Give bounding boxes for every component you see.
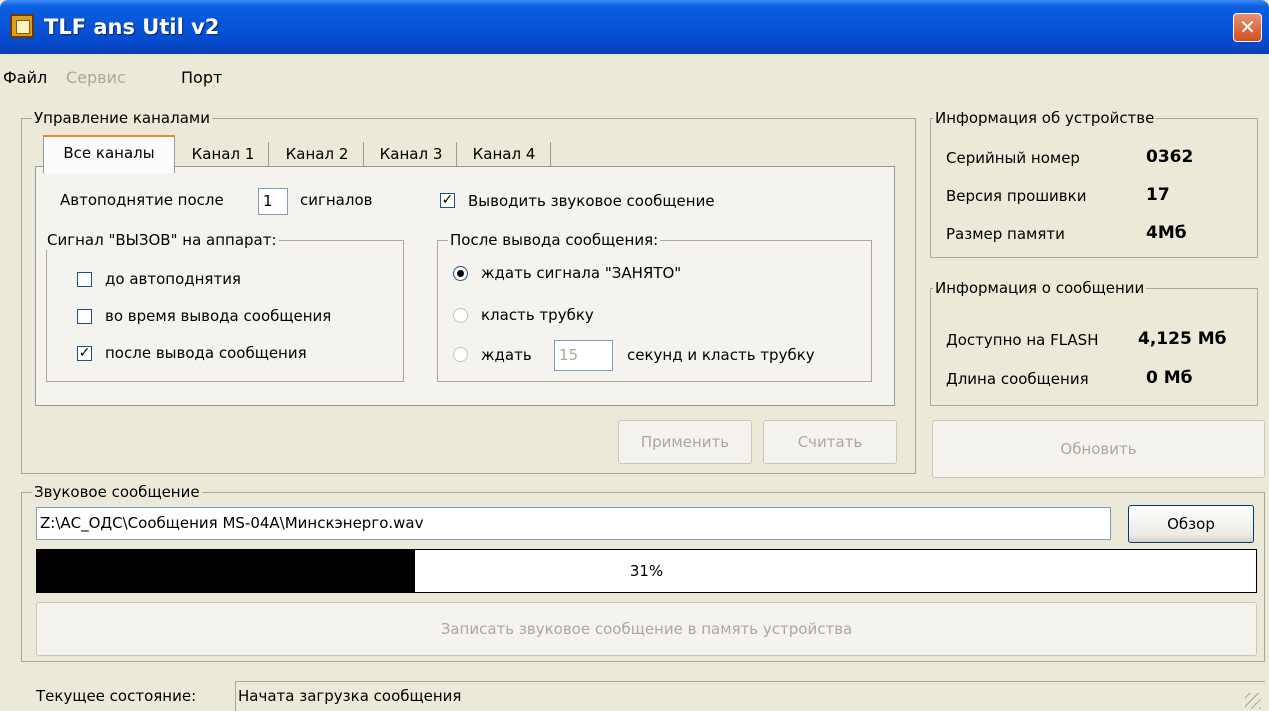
autolift-input[interactable]: 1 — [258, 188, 288, 215]
serial-value: 0362 — [1146, 147, 1194, 167]
wait-busy-label: ждать сигнала "ЗАНЯТО" — [481, 264, 682, 282]
serial-label: Серийный номер — [946, 149, 1080, 167]
firmware-value: 17 — [1146, 185, 1170, 205]
menu-file[interactable]: Файл — [3, 66, 47, 90]
menu-bar: Файл Сервис Порт — [0, 66, 1269, 90]
progress-bar: 31% — [36, 549, 1257, 593]
resize-grip-icon[interactable] — [1245, 693, 1261, 709]
firmware-label: Версия прошивки — [946, 187, 1087, 205]
title-bar[interactable]: TLF ans Util v2 ✕ — [0, 0, 1269, 54]
menu-service[interactable]: Сервис — [66, 66, 126, 90]
read-button[interactable]: Считать — [763, 420, 897, 464]
memory-label: Размер памяти — [946, 225, 1065, 243]
flash-value: 4,125 Мб — [1138, 329, 1227, 349]
before-autolift-checkbox[interactable] — [77, 272, 92, 287]
refresh-button[interactable]: Обновить — [932, 420, 1265, 478]
sound-message-group-label: Звуковое сообщение — [32, 482, 202, 502]
app-icon — [10, 14, 34, 38]
autolift-label: Автоподнятие после — [60, 191, 224, 209]
after-message-label: после вывода сообщения — [105, 344, 307, 362]
menu-port[interactable]: Порт — [181, 66, 222, 90]
status-value: Начата загрузка сообщения — [238, 687, 462, 705]
play-sound-checkbox[interactable]: ✓ — [440, 192, 455, 208]
play-sound-label: Выводить звуковое сообщение — [468, 192, 715, 210]
close-button[interactable]: ✕ — [1233, 13, 1262, 42]
during-message-label: во время вывода сообщения — [105, 307, 332, 325]
before-autolift-label: до автоподнятия — [105, 270, 241, 288]
file-path-input[interactable]: Z:\АС_ОДС\Сообщения MS-04A\Минскэнерго.w… — [36, 507, 1111, 540]
after-message-checkbox[interactable]: ✓ — [77, 345, 92, 361]
flash-label: Доступно на FLASH — [946, 331, 1099, 349]
hang-up-label: класть трубку — [481, 306, 594, 324]
write-to-device-button[interactable]: Записать звуковое сообщение в память уст… — [36, 602, 1257, 656]
wait-seconds-radio[interactable] — [453, 347, 468, 362]
tab-all-channels[interactable]: Все каналы — [43, 135, 175, 173]
browse-button[interactable]: Обзор — [1128, 505, 1254, 543]
length-label: Длина сообщения — [946, 370, 1089, 388]
wait-prefix-label: ждать — [481, 346, 532, 364]
autolift-suffix: сигналов — [300, 191, 373, 209]
memory-value: 4Мб — [1146, 223, 1187, 243]
length-value: 0 Мб — [1146, 368, 1193, 388]
status-label: Текущее состояние: — [36, 687, 197, 705]
during-message-checkbox[interactable] — [77, 309, 92, 324]
call-signal-group-label: Сигнал "ВЫЗОВ" на аппарат: — [45, 230, 279, 250]
progress-text: 31% — [629, 562, 664, 580]
wait-busy-radio[interactable] — [453, 266, 468, 281]
apply-button[interactable]: Применить — [618, 420, 752, 464]
wait-suffix-label: секунд и класть трубку — [627, 346, 815, 364]
device-info-group-label: Информация об устройстве — [933, 108, 1157, 128]
hang-up-radio[interactable] — [453, 308, 468, 323]
status-field: Начата загрузка сообщения — [235, 681, 1265, 711]
after-message-group-label: После вывода сообщения: — [448, 230, 661, 250]
message-info-group-label: Информация о сообщении — [933, 278, 1147, 298]
close-icon: ✕ — [1239, 15, 1256, 39]
channels-group-label: Управление каналами — [32, 108, 212, 128]
window-title: TLF ans Util v2 — [44, 15, 220, 39]
wait-seconds-input[interactable]: 15 — [554, 340, 613, 371]
